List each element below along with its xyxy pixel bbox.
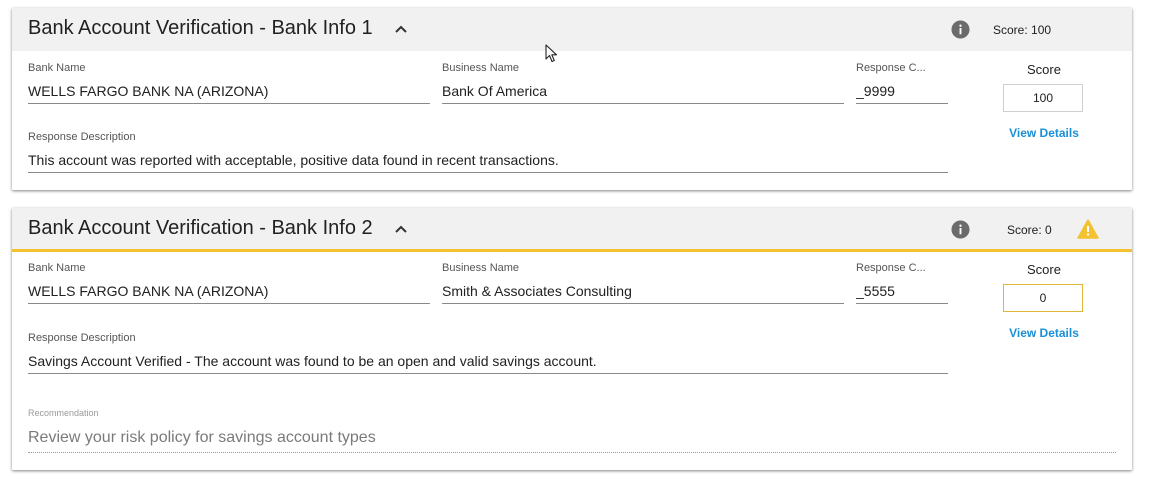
chevron-up-icon[interactable] (393, 221, 409, 237)
response-description-value: This account was reported with acceptabl… (28, 151, 948, 173)
bank-info-2-card: Bank Account Verification - Bank Info 2 … (12, 208, 1132, 470)
response-description-value: Savings Account Verified - The account w… (28, 352, 948, 374)
score-block: Score 0 View Details (1003, 262, 1085, 340)
bank-name-field: Bank Name WELLS FARGO BANK NA (ARIZONA) (28, 261, 430, 304)
response-description-label: Response Description (28, 131, 136, 143)
response-description-label: Response Description (28, 332, 136, 344)
bank-info-2-header[interactable]: Bank Account Verification - Bank Info 2 … (12, 208, 1132, 252)
business-name-value: Bank Of America (442, 82, 844, 104)
mouse-cursor-icon (545, 44, 558, 63)
view-details-link[interactable]: View Details (1003, 126, 1085, 140)
bank-info-1-header[interactable]: Bank Account Verification - Bank Info 1 … (12, 8, 1132, 51)
bank-info-1-card: Bank Account Verification - Bank Info 1 … (12, 8, 1132, 190)
business-name-field: Business Name Smith & Associates Consult… (442, 261, 844, 304)
score-label: Score (1027, 262, 1061, 277)
card-title: Bank Account Verification - Bank Info 2 (28, 217, 373, 239)
score-value-box: 100 (1003, 84, 1083, 112)
response-code-value: _5555 (856, 282, 948, 304)
bank-name-label: Bank Name (28, 62, 86, 74)
business-name-value: Smith & Associates Consulting (442, 282, 844, 304)
response-code-field: Response C... _9999 (856, 61, 948, 104)
card-title: Bank Account Verification - Bank Info 1 (28, 17, 373, 39)
info-icon[interactable] (951, 20, 970, 39)
response-code-label: Response C... (856, 262, 926, 274)
recommendation-field: Recommendation Review your risk policy f… (28, 407, 1116, 453)
score-value-box: 0 (1003, 284, 1083, 312)
response-code-field: Response C... _5555 (856, 261, 948, 304)
bank-name-field: Bank Name WELLS FARGO BANK NA (ARIZONA) (28, 61, 430, 104)
response-code-label: Response C... (856, 62, 926, 74)
bank-name-label: Bank Name (28, 262, 86, 274)
header-score: Score: 0 (1007, 223, 1052, 237)
bank-name-value: WELLS FARGO BANK NA (ARIZONA) (28, 82, 430, 104)
response-description-field: Response Description Savings Account Ver… (28, 331, 948, 374)
response-description-field: Response Description This account was re… (28, 130, 948, 173)
recommendation-value: Review your risk policy for savings acco… (28, 428, 1116, 453)
info-icon[interactable] (951, 220, 970, 239)
score-label: Score (1027, 62, 1061, 77)
business-name-label: Business Name (442, 262, 520, 274)
business-name-label: Business Name (442, 62, 520, 74)
chevron-up-icon[interactable] (393, 21, 409, 37)
business-name-field: Business Name Bank Of America (442, 61, 844, 104)
response-code-value: _9999 (856, 82, 948, 104)
score-block: Score 100 View Details (1003, 62, 1085, 140)
header-score: Score: 100 (993, 23, 1052, 37)
warning-icon (1077, 219, 1099, 239)
recommendation-label: Recommendation (28, 408, 99, 418)
bank-name-value: WELLS FARGO BANK NA (ARIZONA) (28, 282, 430, 304)
view-details-link[interactable]: View Details (1003, 326, 1085, 340)
